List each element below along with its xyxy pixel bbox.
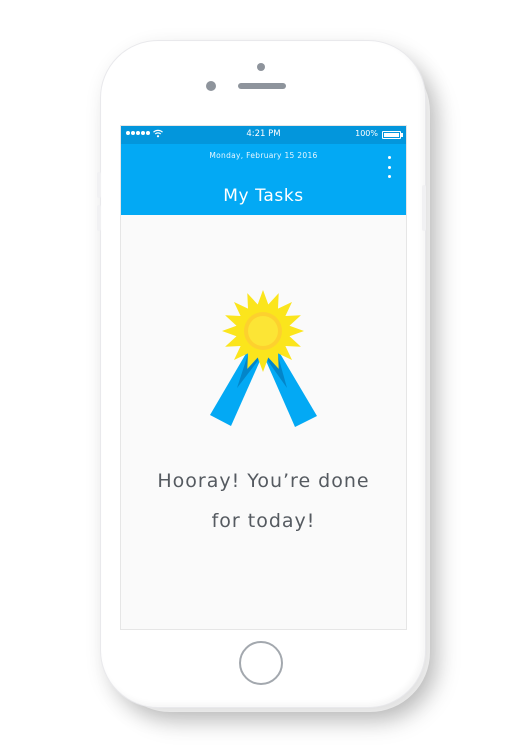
power-button (422, 185, 426, 231)
stage: 4:21 PM 100% Monday, February 15 2016 My… (0, 0, 523, 750)
award-ribbon-icon (210, 290, 317, 427)
empty-state-message-line-2: for today! (211, 510, 316, 532)
earpiece-speaker (238, 83, 286, 89)
battery-icon (382, 131, 403, 139)
phone-screen: 4:21 PM 100% Monday, February 15 2016 My… (120, 125, 407, 630)
empty-state-message-line-1: Hooray! You’re done (157, 470, 370, 492)
home-button[interactable] (239, 641, 283, 685)
header-date: Monday, February 15 2016 (209, 151, 318, 160)
more-vertical-icon[interactable] (383, 156, 395, 178)
status-bar: 4:21 PM 100% (121, 126, 406, 144)
front-camera (257, 63, 265, 71)
page-title: My Tasks (223, 186, 304, 206)
app-header: 4:21 PM 100% Monday, February 15 2016 My… (121, 126, 406, 215)
volume-down-button (97, 205, 101, 231)
volume-up-button (97, 172, 101, 198)
proximity-sensor (206, 81, 216, 91)
battery-percentage: 100% (355, 129, 378, 138)
